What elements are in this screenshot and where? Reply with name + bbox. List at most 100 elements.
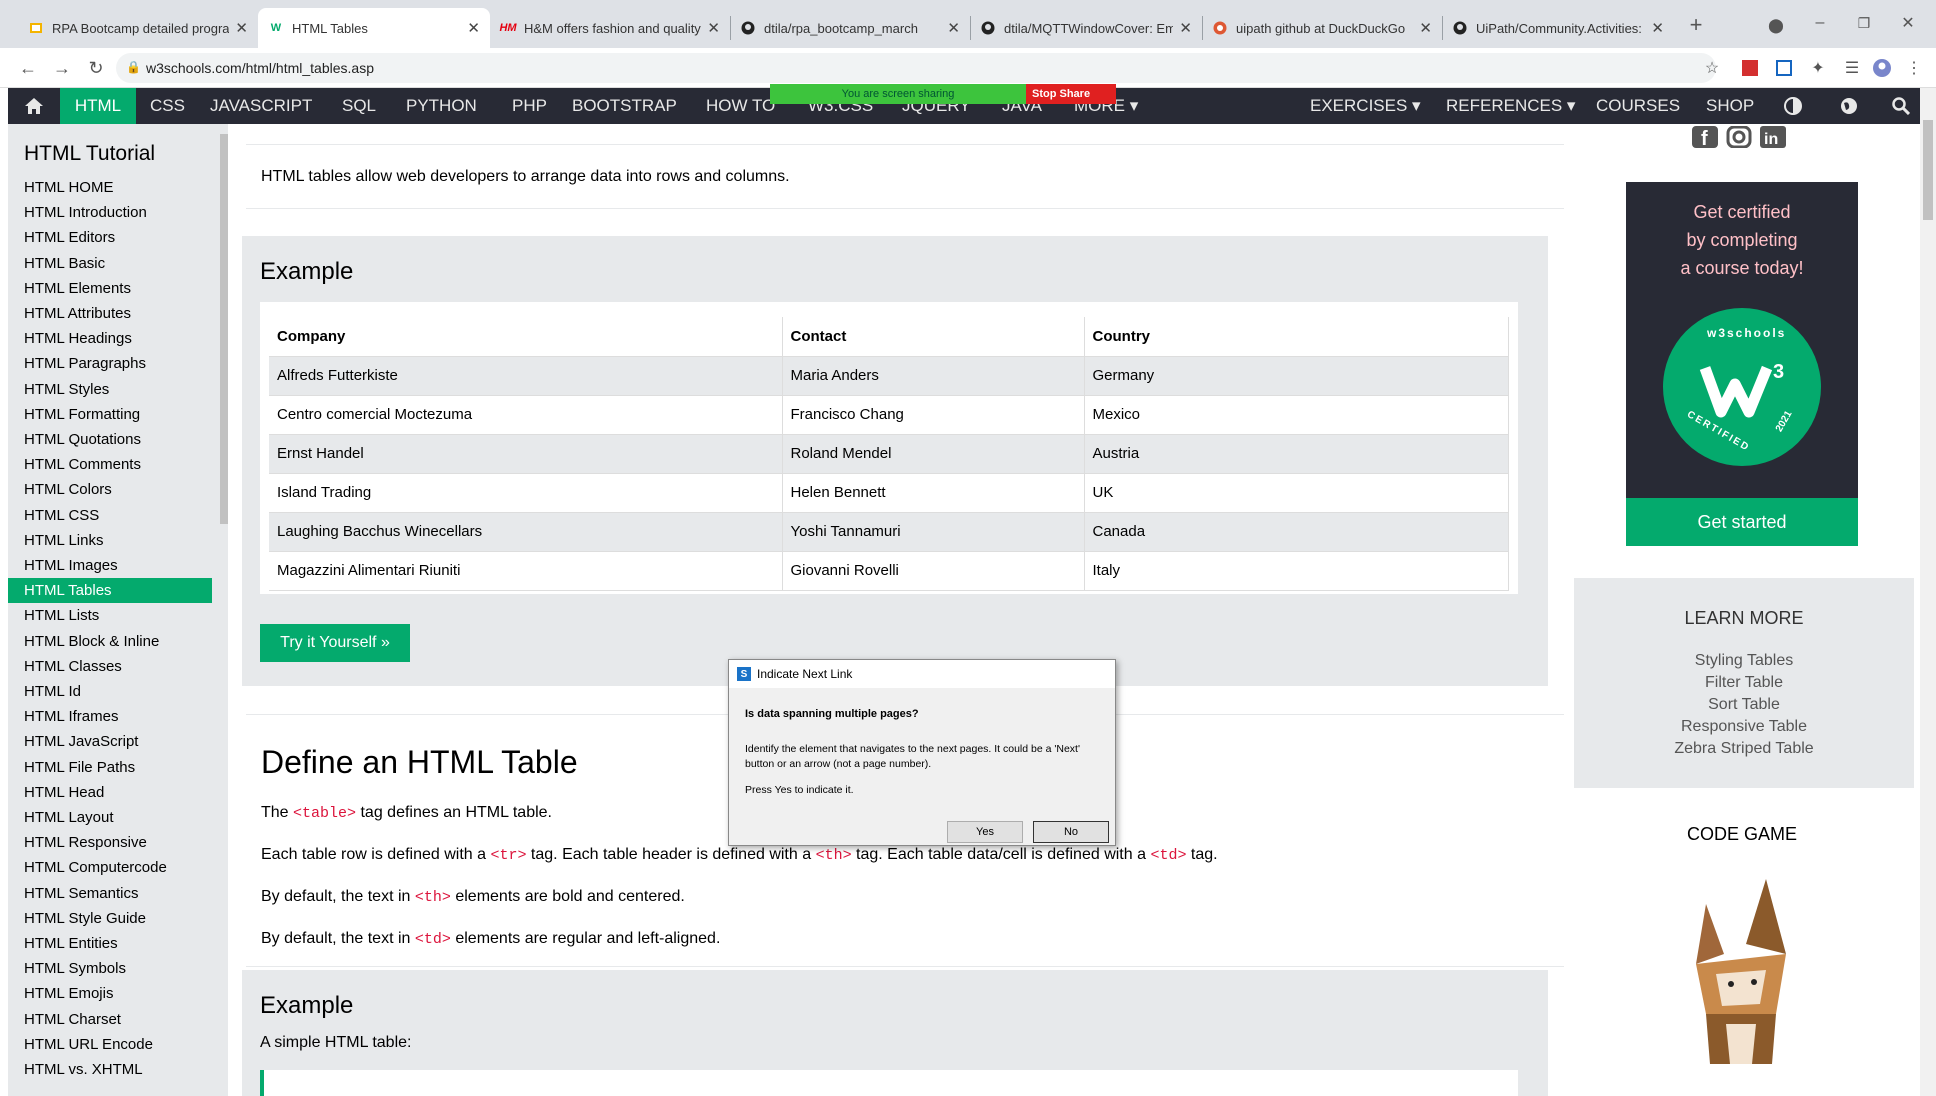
sidebar-item[interactable]: HTML Classes (8, 654, 212, 679)
nav-courses[interactable]: COURSES (1582, 88, 1694, 124)
facebook-icon[interactable]: f (1692, 126, 1718, 148)
sidebar-item[interactable]: HTML Editors (8, 225, 212, 250)
learn-more-link[interactable]: Responsive Table (1574, 718, 1914, 736)
learn-more-link[interactable]: Zebra Striped Table (1574, 740, 1914, 758)
sidebar-item[interactable]: HTML Basic (8, 251, 212, 276)
sidebar-item[interactable]: HTML Colors (8, 477, 212, 502)
close-icon[interactable]: ✕ (235, 19, 248, 37)
browser-tab[interactable]: HM H&M offers fashion and quality ✕ (490, 8, 730, 48)
close-icon[interactable]: ✕ (947, 19, 960, 37)
tab-search-icon[interactable]: ⬤ (1764, 13, 1788, 37)
reload-icon[interactable]: ↻ (84, 56, 108, 80)
sidebar-item[interactable]: HTML Semantics (8, 881, 212, 906)
sidebar-item[interactable]: HTML Entities (8, 931, 212, 956)
nav-references[interactable]: REFERENCES ▾ (1432, 88, 1589, 124)
sidebar-item[interactable]: HTML Style Guide (8, 906, 212, 931)
forward-icon[interactable]: → (50, 56, 74, 80)
yes-button[interactable]: Yes (947, 821, 1023, 843)
sidebar-title: HTML Tutorial (24, 142, 156, 165)
linkedin-icon[interactable]: in (1760, 126, 1786, 148)
sidebar-item[interactable]: HTML Styles (8, 377, 212, 402)
nav-bootstrap[interactable]: BOOTSTRAP (558, 88, 691, 124)
sidebar-item[interactable]: HTML Block & Inline (8, 629, 212, 654)
sidebar-item[interactable]: HTML Emojis (8, 981, 212, 1006)
stop-share-button[interactable]: Stop Share (1026, 84, 1116, 104)
dark-mode-icon[interactable] (1770, 88, 1816, 124)
window-close-icon[interactable]: ✕ (1896, 11, 1920, 35)
sidebar-item[interactable]: HTML Id (8, 679, 212, 704)
learn-more-link[interactable]: Filter Table (1574, 674, 1914, 692)
sidebar-item[interactable]: HTML Tables (8, 578, 212, 604)
browser-tab[interactable]: RPA Bootcamp detailed program ✕ (18, 8, 258, 48)
back-icon[interactable]: ← (16, 56, 40, 80)
globe-icon[interactable] (1826, 88, 1872, 124)
home-icon[interactable] (8, 88, 60, 124)
browser-tab[interactable]: dtila/rpa_bootcamp_march ✕ (730, 8, 970, 48)
sidebar-item[interactable]: HTML Computercode (8, 855, 212, 880)
sidebar-item[interactable]: HTML Links (8, 528, 212, 553)
nav-javascript[interactable]: JAVASCRIPT (196, 88, 326, 124)
reading-list-icon[interactable]: ☰ (1840, 56, 1864, 80)
text: The (261, 804, 294, 821)
close-icon[interactable]: ✕ (467, 19, 480, 37)
close-icon[interactable]: ✕ (1651, 19, 1664, 37)
instagram-icon[interactable] (1726, 126, 1752, 148)
minimize-icon[interactable]: – (1808, 11, 1832, 35)
sidebar-item[interactable]: HTML CSS (8, 503, 212, 528)
profile-avatar-icon[interactable] (1870, 56, 1894, 80)
get-started-button[interactable]: Get started (1626, 498, 1858, 546)
browser-menu-icon[interactable]: ⋮ (1902, 56, 1926, 80)
nav-css[interactable]: CSS (136, 88, 199, 124)
sidebar-item[interactable]: HTML Quotations (8, 427, 212, 452)
sidebar-item[interactable]: HTML Elements (8, 276, 212, 301)
sidebar-item[interactable]: HTML Responsive (8, 830, 212, 855)
restore-icon[interactable]: ❐ (1852, 11, 1876, 35)
nav-html[interactable]: HTML (60, 88, 136, 124)
sidebar-item[interactable]: HTML File Paths (8, 755, 212, 780)
close-icon[interactable]: ✕ (1419, 19, 1432, 37)
sidebar-item[interactable]: HTML HOME (8, 175, 212, 200)
extension-red-icon[interactable] (1738, 56, 1762, 80)
close-icon[interactable]: ✕ (1179, 19, 1192, 37)
nav-php[interactable]: PHP (498, 88, 561, 124)
sidebar-item[interactable]: HTML vs. XHTML (8, 1057, 212, 1082)
sidebar-item[interactable]: HTML Attributes (8, 301, 212, 326)
sidebar-item[interactable]: HTML Head (8, 780, 212, 805)
sidebar-item[interactable]: HTML Headings (8, 326, 212, 351)
page-scrollbar[interactable] (1920, 88, 1936, 1096)
sidebar-item[interactable]: HTML Iframes (8, 704, 212, 729)
extension-blue-icon[interactable] (1772, 56, 1796, 80)
certification-ad[interactable]: Get certified by completing a course tod… (1626, 182, 1858, 546)
close-icon[interactable]: ✕ (707, 19, 720, 37)
sidebar-item[interactable]: HTML Formatting (8, 402, 212, 427)
sidebar-item[interactable]: HTML Paragraphs (8, 351, 212, 376)
url-input[interactable]: 🔒 w3schools.com/html/html_tables.asp (116, 53, 1716, 83)
bookmark-star-icon[interactable]: ☆ (1700, 56, 1724, 80)
sidebar-item[interactable]: HTML URL Encode (8, 1032, 212, 1057)
new-tab-icon[interactable]: + (1684, 12, 1708, 37)
sidebar-item[interactable]: HTML JavaScript (8, 729, 212, 754)
search-icon[interactable] (1878, 88, 1924, 124)
nav-exercises[interactable]: EXERCISES ▾ (1296, 88, 1435, 124)
sidebar-item[interactable]: HTML Layout (8, 805, 212, 830)
sidebar-item[interactable]: HTML Symbols (8, 956, 212, 981)
extensions-puzzle-icon[interactable]: ✦ (1806, 56, 1830, 80)
sidebar-item[interactable]: HTML Comments (8, 452, 212, 477)
nav-shop[interactable]: SHOP (1692, 88, 1768, 124)
code-game-fox-icon[interactable] (1676, 874, 1806, 1074)
sidebar-item[interactable]: HTML Images (8, 553, 212, 578)
browser-tab[interactable]: UiPath/Community.Activities: Re ✕ (1442, 8, 1674, 48)
scrollbar-thumb[interactable] (1923, 120, 1933, 220)
try-it-yourself-button[interactable]: Try it Yourself » (260, 624, 410, 662)
browser-tab[interactable]: uipath github at DuckDuckGo ✕ (1202, 8, 1442, 48)
sidebar-item[interactable]: HTML Lists (8, 603, 212, 628)
sidebar-item[interactable]: HTML Charset (8, 1007, 212, 1032)
no-button[interactable]: No (1033, 821, 1109, 843)
learn-more-link[interactable]: Sort Table (1574, 696, 1914, 714)
browser-tab-active[interactable]: W HTML Tables ✕ (258, 8, 490, 48)
learn-more-link[interactable]: Styling Tables (1574, 652, 1914, 670)
browser-tab[interactable]: dtila/MQTTWindowCover: Emul ✕ (970, 8, 1202, 48)
nav-sql[interactable]: SQL (328, 88, 390, 124)
sidebar-item[interactable]: HTML Introduction (8, 200, 212, 225)
nav-python[interactable]: PYTHON (392, 88, 491, 124)
